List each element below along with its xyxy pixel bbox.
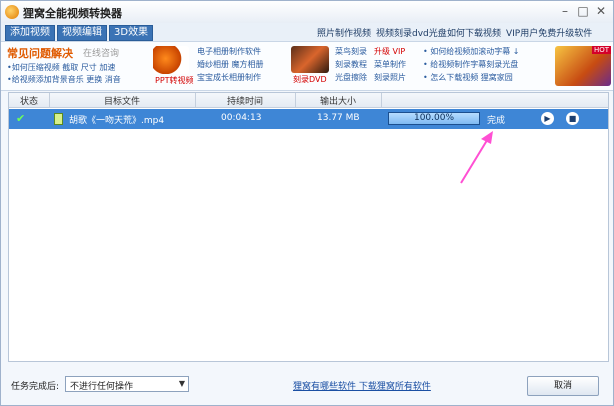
checkmark-icon: ✔: [16, 112, 26, 125]
progress-bar: 100.00%: [388, 112, 480, 125]
dvd-record-image-icon[interactable]: [291, 46, 329, 73]
title-bar: 狸窝全能视频转换器 – □ ✕: [1, 1, 613, 23]
open-folder-icon[interactable]: ■: [566, 112, 579, 125]
ad-banner: 常见问题解决 在线咨询 •如何压缩视频 截取 尺寸 加速 •给视频添加背景音乐 …: [1, 42, 613, 91]
file-icon: [54, 113, 63, 125]
top-toolbar: 添加视频 视频编辑 3D效果 照片制作视频 视频刻录dvd光盘 如何下载视频 V…: [1, 23, 613, 42]
size-value: 13.77 MB: [317, 113, 360, 123]
play-icon[interactable]: ▶: [541, 112, 554, 125]
link-dvd[interactable]: 视频刻录dvd光盘: [376, 26, 447, 39]
tip-link-1[interactable]: • 如何给视频加滚动字幕 ↓: [423, 46, 520, 57]
col-duration[interactable]: 持续时间: [195, 94, 295, 107]
tip-link-2[interactable]: • 给视频制作字幕刻录光盘: [423, 59, 518, 70]
record-link-3[interactable]: 光盘擦除: [335, 72, 367, 83]
ppt-logo-icon[interactable]: [153, 46, 189, 74]
chevron-down-icon[interactable]: ▼: [179, 379, 185, 388]
col-output-size[interactable]: 输出大小: [295, 94, 381, 107]
app-logo-icon: [5, 5, 19, 19]
minimize-icon[interactable]: –: [557, 3, 573, 19]
menu-make-link[interactable]: 菜单制作: [374, 59, 406, 70]
link-photo-video[interactable]: 照片制作视频: [317, 26, 371, 39]
album-link-3[interactable]: 宝宝成长相册制作: [197, 72, 261, 83]
upgrade-vip-link[interactable]: 升级 VIP: [374, 46, 405, 57]
after-task-label: 任务完成后:: [11, 382, 60, 392]
download-all-link[interactable]: 狸窝有哪些软件 下载狸窝所有软件: [293, 379, 431, 392]
tab-video-edit[interactable]: 视频编辑: [57, 25, 107, 41]
task-row[interactable]: ✔ 胡歌《一吻天荒》.mp4 00:04:13 13.77 MB 100.00%…: [9, 109, 608, 129]
faq-line-2[interactable]: •给视频添加背景音乐 更换 消音: [7, 74, 121, 85]
link-download[interactable]: 如何下载视频: [447, 26, 501, 39]
col-status[interactable]: 状态: [9, 94, 49, 107]
tab-add-video[interactable]: 添加视频: [5, 25, 55, 41]
hot-promo-image[interactable]: HOT: [555, 46, 611, 86]
app-window: 狸窝全能视频转换器 – □ ✕ 添加视频 视频编辑 3D效果 照片制作视频 视频…: [0, 0, 614, 406]
faq-title[interactable]: 常见问题解决: [7, 45, 73, 61]
progress-text: 100.00%: [413, 113, 455, 123]
record-link-2[interactable]: 刻录教程: [335, 59, 367, 70]
maximize-icon[interactable]: □: [575, 3, 591, 19]
after-task-select-value: 不进行任何操作: [70, 382, 134, 392]
status-text: 完成: [487, 116, 506, 126]
album-link-1[interactable]: 电子相册制作软件: [197, 46, 261, 57]
record-photo-link[interactable]: 刻录照片: [374, 72, 406, 83]
file-name: 胡歌《一吻天荒》.mp4: [69, 116, 165, 126]
record-link-1[interactable]: 菜鸟刻录: [335, 46, 367, 57]
cancel-button[interactable]: 取消: [527, 376, 599, 396]
col-target-file[interactable]: 目标文件: [49, 94, 195, 107]
hot-badge: HOT: [591, 46, 611, 54]
list-header: 状态 目标文件 持续时间 输出大小: [9, 93, 608, 108]
ppt-to-video-label[interactable]: PPT转视频: [155, 75, 194, 86]
tip-link-3[interactable]: • 怎么下载视频 狸窝家园: [423, 72, 513, 83]
faq-line-1[interactable]: •如何压缩视频 截取 尺寸 加速: [7, 62, 115, 73]
record-dvd-label[interactable]: 刻录DVD: [293, 74, 327, 85]
duration-value: 00:04:13: [221, 113, 262, 123]
link-vip[interactable]: VIP用户免费升级软件: [506, 26, 592, 39]
close-icon[interactable]: ✕: [593, 3, 609, 19]
after-task-select[interactable]: 不进行任何操作 ▼: [65, 376, 189, 392]
album-link-2[interactable]: 婚纱相册 魔方相册: [197, 59, 264, 70]
online-consult-link[interactable]: 在线咨询: [83, 46, 119, 59]
window-title: 狸窝全能视频转换器: [23, 7, 122, 20]
tab-3d-effect[interactable]: 3D效果: [109, 25, 154, 41]
task-list: 状态 目标文件 持续时间 输出大小 ✔ 胡歌《一吻天荒》.mp4 00:04:1…: [8, 92, 609, 362]
bottom-bar: 任务完成后: 不进行任何操作 ▼ 狸窝有哪些软件 下载狸窝所有软件 取消: [1, 367, 613, 405]
